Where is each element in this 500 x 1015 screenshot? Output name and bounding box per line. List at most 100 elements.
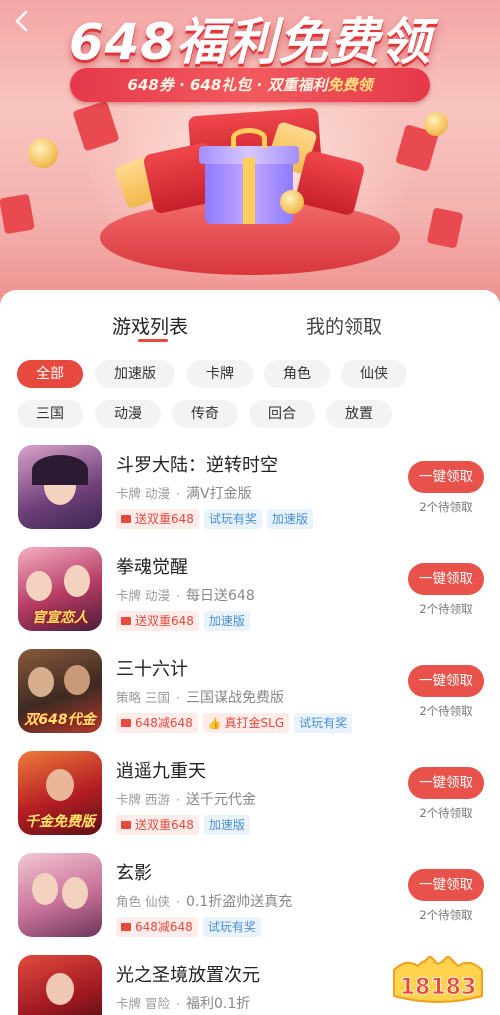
game-description: 福利0.1折 [186,996,251,1012]
game-category: 西游 [145,792,171,807]
game-name[interactable]: 斗罗大陆：逆转时空 [116,451,278,477]
game-icon[interactable] [18,445,102,529]
game-name[interactable]: 逍遥九重天 [116,757,206,783]
pending-count: 2个待领取 [419,908,473,922]
game-description: 满V打金版 [186,486,252,502]
filter-chip-three-kingdoms[interactable]: 三国 [17,400,83,428]
game-category: 动漫 [145,588,171,603]
game-tag: 加速版 [203,815,250,835]
promo-banner: 648福利免费领 648券 · 648礼包 · 双重福利免费领 [0,0,500,310]
game-description: 0.1折盗帅送真充 [186,894,293,910]
red-packet-decoration [0,193,35,235]
game-meta: 卡牌 动漫 · 满V打金版 [116,486,252,502]
coin-decoration [28,138,58,168]
tab-active-indicator [138,339,168,342]
thumbs-up-icon: 👍 [207,717,222,730]
game-row[interactable]: 双648代金 三十六计 策略 三国 · 三国谋战免费版 648减648 👍 真打金SLG… [0,649,500,751]
claim-all-button[interactable]: 一键领取 [408,665,484,697]
filter-chip-anime[interactable]: 动漫 [95,400,161,428]
game-icon-caption: 双648代金 [24,712,96,728]
game-category: 卡牌 [116,996,142,1011]
game-meta: 卡牌 动漫 · 每日送648 [116,588,255,604]
game-name[interactable]: 玄影 [116,859,152,885]
filter-chip-xianxia[interactable]: 仙侠 [341,360,407,388]
game-tags: 648减648 👍 真打金SLG 试玩有奖 [116,713,357,733]
ticket-icon [121,821,131,829]
game-tag: 648减648 [116,917,198,937]
ticket-icon [121,923,131,931]
game-row[interactable]: 官宣恋人 拳魂觉醒 卡牌 动漫 · 每日送648 送双重648 加速版 一键领取 2个… [0,547,500,649]
game-tags: 送双重648 加速版 [116,815,255,835]
game-name[interactable]: 三十六计 [116,655,188,681]
game-icon[interactable] [18,853,102,937]
ticket-icon [121,515,131,523]
game-row[interactable]: 千金免费版 逍遥九重天 卡牌 西游 · 送千元代金 送双重648 加速版 一键领取 2… [0,751,500,853]
filter-chip-legend[interactable]: 传奇 [172,400,238,428]
banner-subtitle: 648券 · 648礼包 · 双重福利免费领 [70,68,430,102]
game-tags: 648减648 试玩有奖 [116,917,266,937]
banner-subtitle-highlight: 免费领 [327,76,373,94]
game-tag: 648减648 [116,713,198,733]
game-tag: 试玩有奖 [203,509,262,529]
banner-title: 648福利免费领 [68,13,432,71]
banner-subtitle-text: 648券 · 648礼包 · 双重福利 [127,76,328,94]
claim-all-button[interactable]: 一键领取 [408,869,484,901]
game-tag: 加速版 [203,611,250,631]
tab-game-list[interactable]: 游戏列表 [112,312,188,339]
game-category: 动漫 [145,486,171,501]
coin-decoration [424,112,448,136]
claim-all-button[interactable]: 一键领取 [408,563,484,595]
tab-bar: 游戏列表 我的领取 [0,290,500,352]
game-meta: 角色 仙侠 · 0.1折盗帅送真充 [116,894,293,910]
ticket-icon [121,719,131,727]
claim-all-button[interactable]: 一键领取 [408,767,484,799]
filter-chip-turn-based[interactable]: 回合 [249,400,315,428]
game-icon[interactable]: 千金免费版 [18,751,102,835]
game-tag: 送双重648 [116,611,199,631]
game-tag: 试玩有奖 [294,713,353,733]
game-category: 三国 [145,690,171,705]
red-packet-decoration [426,207,464,249]
watermark-text: 18183 [400,975,477,1000]
game-category: 策略 [116,690,142,705]
game-row[interactable]: 玄影 角色 仙侠 · 0.1折盗帅送真充 648减648 试玩有奖 一键领取 2个待领… [0,853,500,955]
game-description: 三国谋战免费版 [186,690,284,706]
game-category: 卡牌 [116,792,142,807]
game-icon[interactable] [18,955,102,1015]
game-category: 卡牌 [116,486,142,501]
game-icon[interactable]: 双648代金 [18,649,102,733]
game-tag: 👍 真打金SLG [202,713,290,733]
game-description: 送千元代金 [186,792,256,808]
game-meta: 策略 三国 · 三国谋战免费版 [116,690,284,706]
game-name[interactable]: 拳魂觉醒 [116,553,188,579]
game-tag: 送双重648 [116,815,199,835]
ticket-icon [121,617,131,625]
filter-chip-accelerated[interactable]: 加速版 [95,360,175,388]
game-tags: 送双重648 试玩有奖 加速版 [116,509,318,529]
tab-my-claims[interactable]: 我的领取 [306,312,382,339]
game-tags: 送双重648 加速版 [116,611,255,631]
filter-chip-idle[interactable]: 放置 [326,400,392,428]
coin-decoration [280,190,304,214]
game-row[interactable]: 斗罗大陆：逆转时空 卡牌 动漫 · 满V打金版 送双重648 试玩有奖 加速版 一键领取… [0,445,500,547]
game-meta: 卡牌 冒险 · 福利0.1折 [116,996,251,1012]
gift-box-icon [199,128,299,224]
claim-all-button[interactable]: 一键领取 [408,461,484,493]
pending-count: 2个待领取 [419,806,473,820]
game-tag: 试玩有奖 [202,917,261,937]
game-icon-caption: 官宣恋人 [32,610,88,626]
filter-chip-rpg[interactable]: 角色 [264,360,330,388]
game-icon[interactable]: 官宣恋人 [18,547,102,631]
pending-count: 2个待领取 [419,500,473,514]
game-tag: 送双重648 [116,509,199,529]
game-description: 每日送648 [186,588,255,604]
pending-count: 2个待领取 [419,602,473,616]
filter-chip-all[interactable]: 全部 [17,360,83,388]
game-name[interactable]: 光之圣境放置次元 [116,961,260,987]
main-panel: 游戏列表 我的领取 全部 加速版 卡牌 角色 仙侠 三国 动漫 传奇 回合 放置… [0,290,500,1015]
game-category: 卡牌 [116,588,142,603]
pending-count: 2个待领取 [419,704,473,718]
game-category: 仙侠 [145,894,171,909]
filter-chip-card[interactable]: 卡牌 [187,360,253,388]
game-icon-caption: 千金免费版 [25,814,95,830]
